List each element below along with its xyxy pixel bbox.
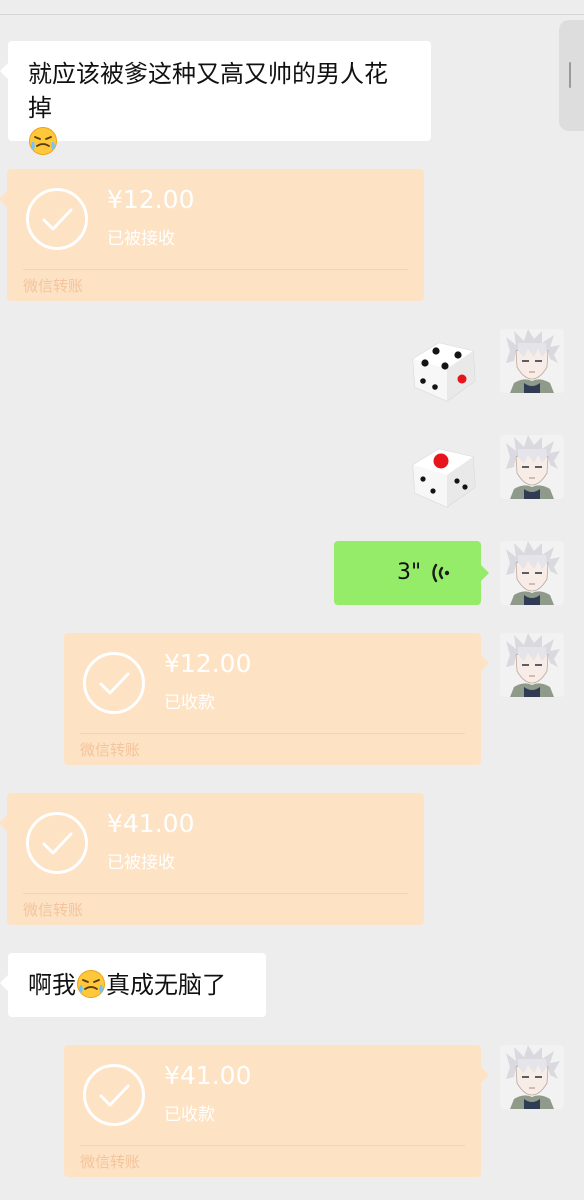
avatar[interactable]	[500, 329, 564, 393]
voice-message[interactable]: 3"	[334, 541, 489, 605]
voice-wave-icon	[432, 563, 450, 583]
text-message-left[interactable]: 就应该被爹这种又高又帅的男人花掉	[0, 41, 431, 141]
transfer-card[interactable]: ¥41.00 已收款 微信转账	[64, 1045, 489, 1177]
message-text: 就应该被爹这种又高又帅的男人花掉	[28, 60, 388, 122]
sweat-angry-emoji-icon	[28, 126, 58, 156]
transfer-footer: 微信转账	[23, 277, 84, 295]
top-divider	[0, 14, 584, 15]
transfer-amount: ¥41.00	[164, 1061, 252, 1090]
text-message-left[interactable]: 啊我 真成无脑了	[0, 953, 266, 1017]
transfer-amount: ¥12.00	[164, 649, 252, 678]
transfer-divider	[80, 1145, 465, 1146]
check-circle-icon	[82, 651, 146, 715]
chat-window: 就应该被爹这种又高又帅的男人花掉 ¥12.00 已被接收 微信转账 3" ¥12…	[0, 0, 584, 1200]
avatar[interactable]	[500, 435, 564, 499]
check-circle-icon	[82, 1063, 146, 1127]
transfer-card[interactable]: ¥12.00 已被接收 微信转账	[0, 169, 424, 301]
transfer-status: 已收款	[164, 1105, 215, 1125]
transfer-card[interactable]: ¥41.00 已被接收 微信转账	[0, 793, 424, 925]
scroll-handle[interactable]	[559, 20, 584, 131]
message-text: 啊我	[28, 971, 76, 999]
scroll-grip	[569, 62, 571, 88]
avatar[interactable]	[500, 633, 564, 697]
transfer-divider	[23, 893, 408, 894]
dice-four-icon[interactable]	[403, 329, 483, 409]
sweat-angry-emoji-icon	[76, 969, 106, 999]
avatar[interactable]	[500, 541, 564, 605]
transfer-amount: ¥41.00	[107, 809, 195, 838]
transfer-footer: 微信转账	[80, 741, 141, 759]
transfer-amount: ¥12.00	[107, 185, 195, 214]
message-text: 真成无脑了	[106, 971, 226, 999]
avatar[interactable]	[500, 1045, 564, 1109]
check-circle-icon	[25, 187, 89, 251]
transfer-footer: 微信转账	[23, 901, 84, 919]
transfer-status: 已收款	[164, 693, 215, 713]
transfer-status: 已被接收	[107, 229, 175, 249]
transfer-footer: 微信转账	[80, 1153, 141, 1171]
dice-one-icon[interactable]	[403, 435, 483, 515]
transfer-card[interactable]: ¥12.00 已收款 微信转账	[64, 633, 489, 765]
transfer-divider	[23, 269, 408, 270]
check-circle-icon	[25, 811, 89, 875]
transfer-status: 已被接收	[107, 853, 175, 873]
voice-duration: 3"	[397, 560, 422, 585]
transfer-divider	[80, 733, 465, 734]
